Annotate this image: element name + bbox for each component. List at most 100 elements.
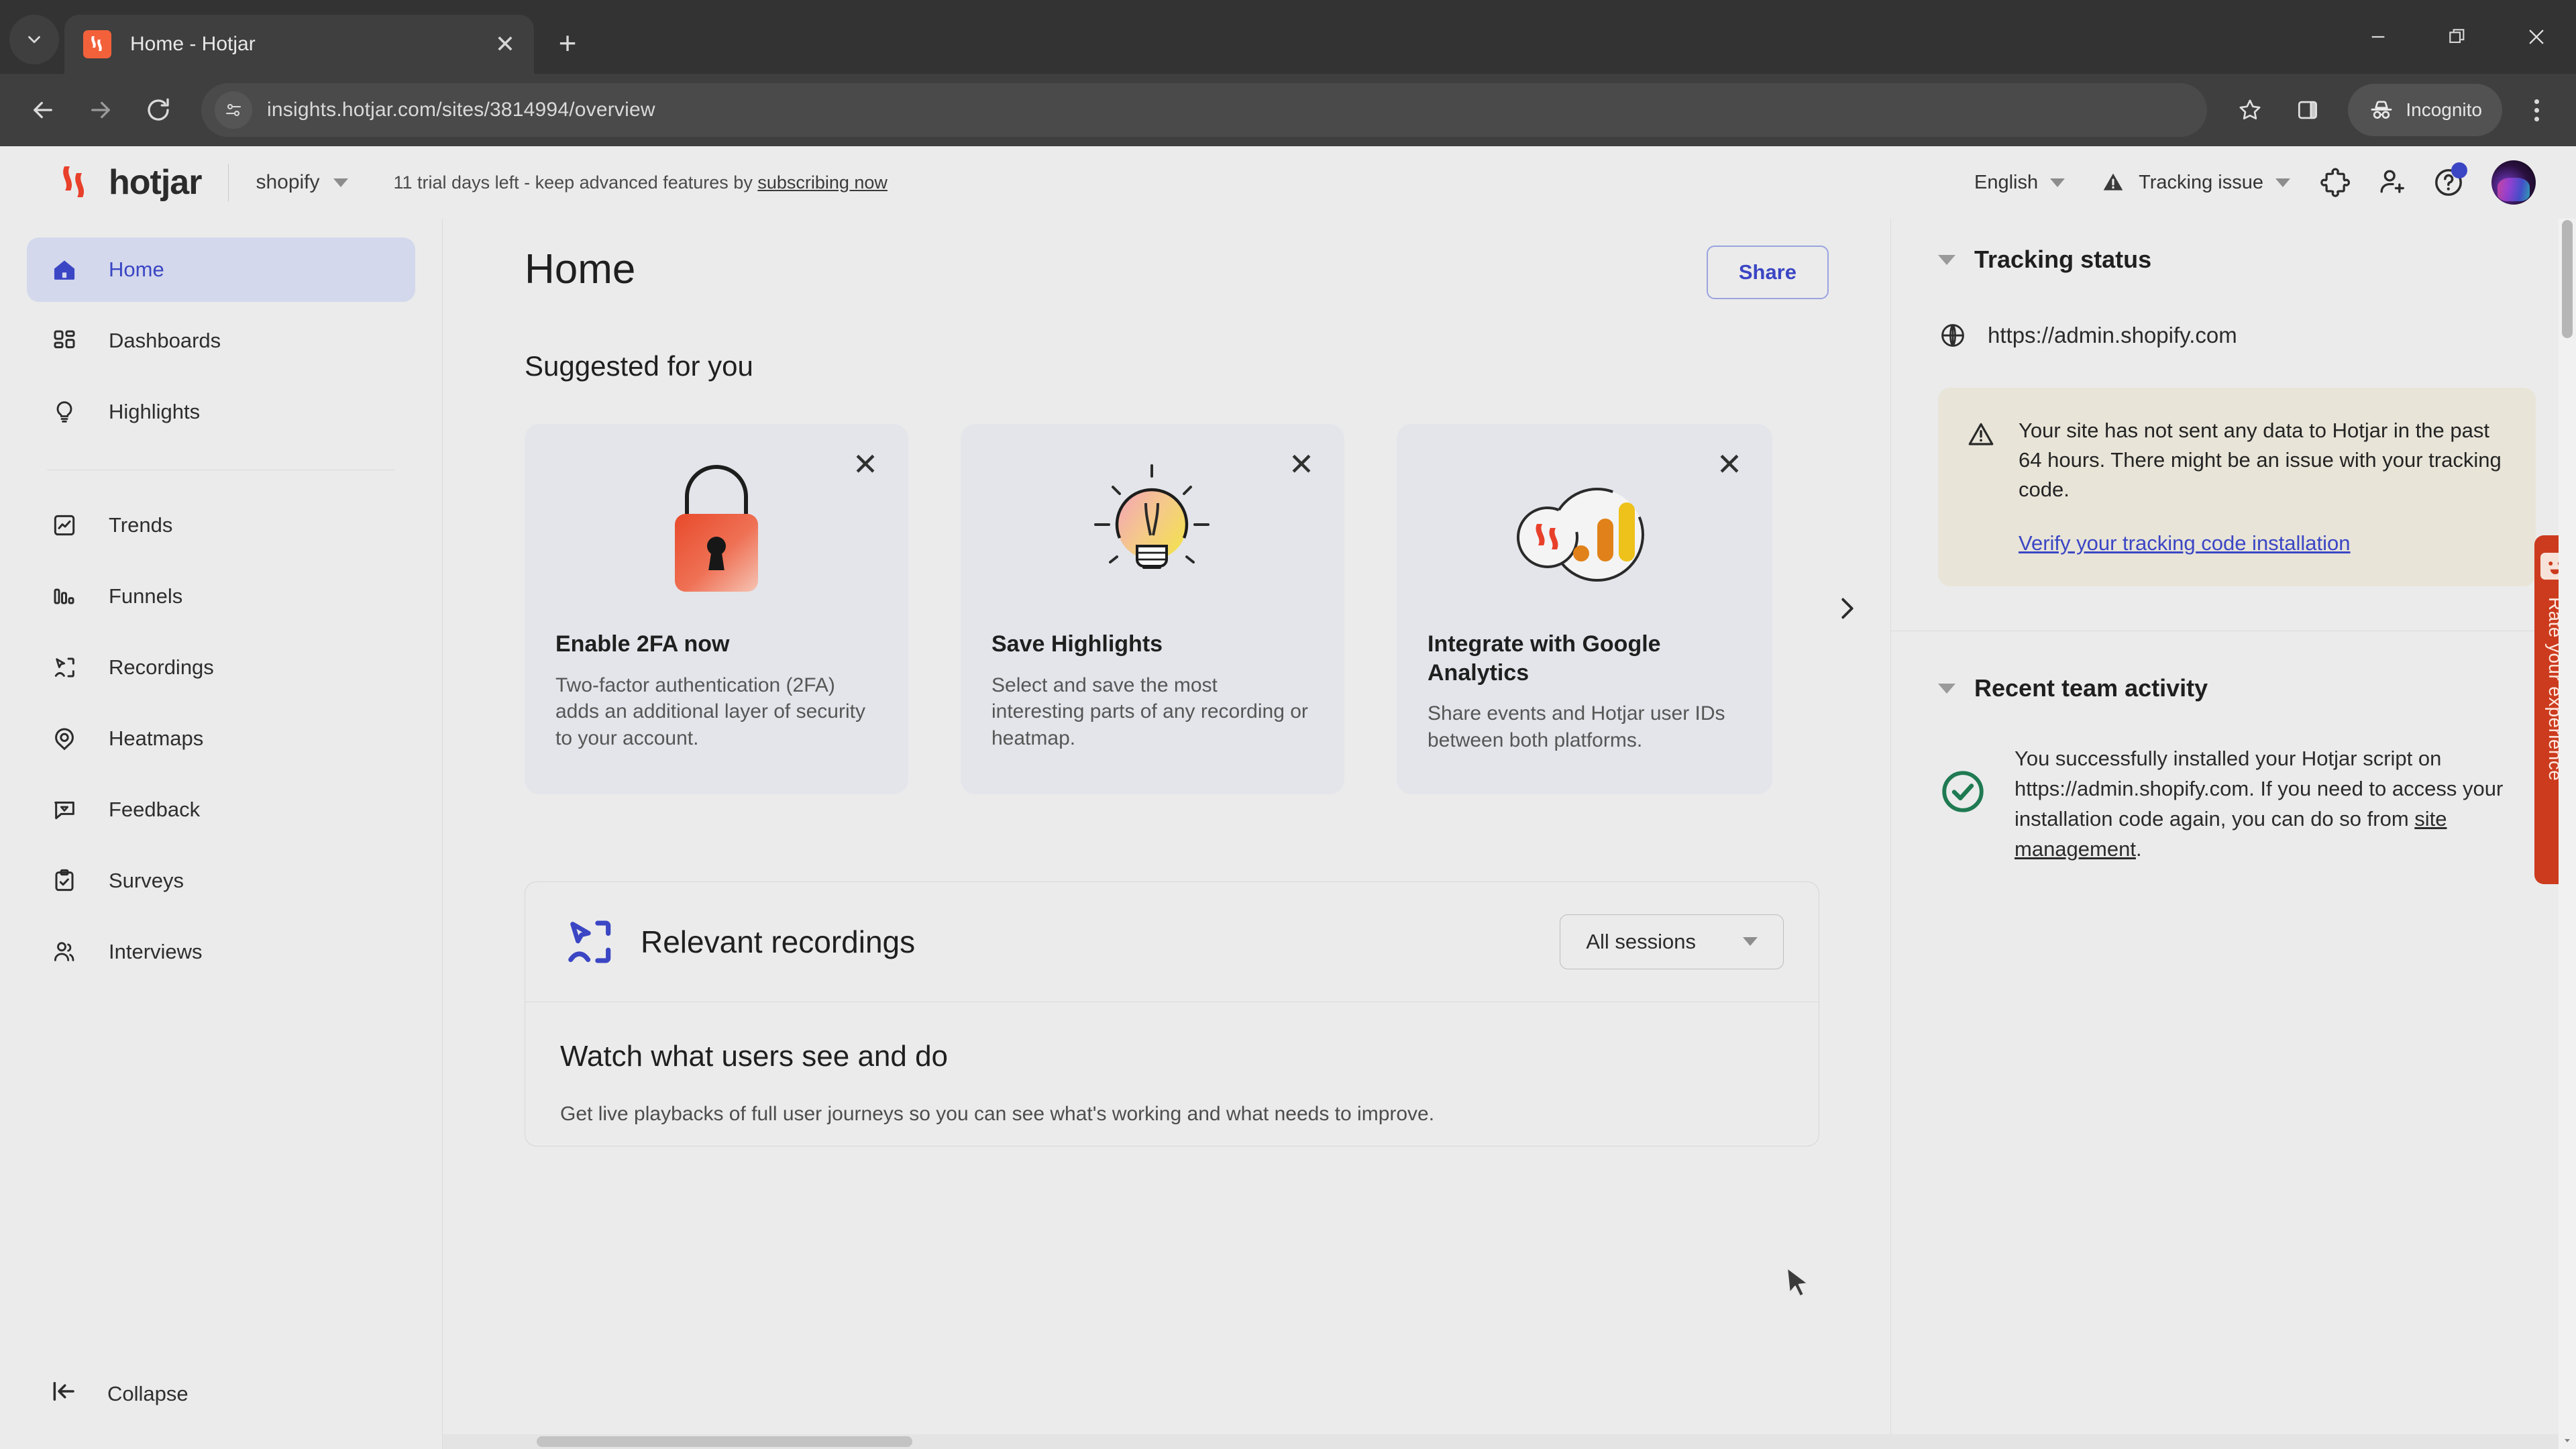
share-button[interactable]: Share (1706, 246, 1829, 299)
sidebar-item-feedback[interactable]: Feedback (27, 777, 415, 842)
page-horizontal-scrollbar[interactable] (443, 1434, 2576, 1449)
tracking-issue-selector[interactable]: Tracking issue (2082, 169, 2308, 196)
suggestion-card-desc: Select and save the most interesting par… (991, 674, 1308, 750)
chevron-down-icon (1938, 683, 1955, 694)
user-avatar[interactable] (2491, 160, 2536, 205)
activity-text-after: . (2135, 837, 2142, 861)
new-tab-button[interactable]: + (543, 19, 592, 67)
app-body: Home Dashboards Highlights Trends Funnel… (0, 219, 2576, 1449)
carousel-next-button[interactable] (1823, 585, 1870, 632)
lightbulb-icon (50, 397, 79, 427)
site-selector[interactable]: shopify (256, 171, 348, 194)
subscribe-link[interactable]: subscribing now (757, 172, 888, 193)
side-panel-icon (2298, 101, 2318, 119)
tab-close-button[interactable]: ✕ (495, 32, 515, 56)
feedback-bubble-icon (50, 795, 79, 824)
sessions-filter-select[interactable]: All sessions (1560, 914, 1784, 969)
recent-activity-header[interactable]: Recent team activity (1938, 674, 2536, 702)
hotjar-logo[interactable]: hotjar (56, 162, 202, 203)
empty-state-heading: Watch what users see and do (560, 1039, 949, 1073)
reload-button[interactable] (131, 83, 185, 137)
relevant-recordings-empty-state: Watch what users see and do Get live pla… (525, 1002, 1819, 1146)
three-dots-menu-icon (2534, 99, 2539, 104)
browser-chrome: Home - Hotjar ✕ + insights.hotjar.com/si… (0, 0, 2576, 146)
trial-banner-text: 11 trial days left - keep advanced featu… (393, 172, 758, 193)
window-controls (2339, 0, 2576, 74)
sidebar-collapse-button[interactable]: Collapse (27, 1362, 415, 1426)
suggestion-card[interactable]: ✕ (525, 424, 908, 794)
page-settings-icon[interactable] (215, 91, 252, 129)
recordings-cursor-icon (560, 913, 618, 971)
tracking-issue-label: Tracking issue (2139, 171, 2263, 193)
warning-triangle-icon (1968, 423, 1994, 445)
browser-menu-button[interactable] (2513, 83, 2560, 137)
close-icon[interactable]: ✕ (1712, 447, 1747, 482)
sidebar-item-interviews[interactable]: Interviews (27, 920, 415, 984)
tab-search-button[interactable] (9, 15, 59, 64)
scrollbar-thumb[interactable] (537, 1436, 912, 1447)
sidebar-item-label: Heatmaps (109, 727, 204, 750)
incognito-indicator[interactable]: Incognito (2348, 84, 2502, 136)
right-panel: Tracking status https://admin.shopify.co… (1890, 219, 2576, 1449)
address-bar[interactable]: insights.hotjar.com/sites/3814994/overvi… (201, 83, 2208, 137)
back-button[interactable] (16, 83, 70, 137)
language-label: English (1974, 171, 2039, 193)
collapse-left-icon (50, 1377, 78, 1411)
forward-button[interactable] (74, 83, 127, 137)
page-vertical-scrollbar[interactable] (2559, 219, 2576, 1449)
suggestion-card-desc: Two-factor authentication (2FA) adds an … (555, 674, 865, 750)
maximize-icon (2449, 29, 2465, 44)
reload-icon (148, 98, 169, 121)
check-circle-icon (1942, 771, 1984, 812)
page-title: Home (525, 246, 636, 292)
sidebar-item-dashboards[interactable]: Dashboards (27, 309, 415, 373)
language-selector[interactable]: English (1957, 172, 2082, 194)
suggestion-card[interactable]: ✕ (961, 424, 1344, 794)
incognito-icon (2371, 101, 2392, 119)
browser-tab[interactable]: Home - Hotjar ✕ (64, 15, 534, 74)
sidebar-item-trends[interactable]: Trends (27, 493, 415, 557)
chevron-down-icon (28, 36, 40, 44)
close-window-button[interactable] (2497, 0, 2576, 74)
maximize-button[interactable] (2418, 0, 2497, 74)
verify-tracking-link[interactable]: Verify your tracking code installation (2019, 531, 2505, 555)
invite-user-button[interactable] (2364, 154, 2420, 211)
chevron-down-icon (1743, 937, 1758, 947)
sidebar-item-highlights[interactable]: Highlights (27, 380, 415, 444)
sidebar-item-label: Feedback (109, 798, 201, 821)
scroll-down-arrow[interactable] (2559, 1432, 2576, 1449)
sidebar-item-label: Interviews (109, 940, 203, 963)
close-icon[interactable]: ✕ (1284, 447, 1319, 482)
side-panel-button[interactable] (2281, 83, 2334, 137)
integrations-button[interactable] (2308, 154, 2364, 211)
activity-text: You successfully installed your Hotjar s… (2015, 744, 2536, 865)
recordings-cursor-icon (50, 653, 79, 682)
sidebar-item-heatmaps[interactable]: Heatmaps (27, 706, 415, 771)
sessions-filter-value: All sessions (1586, 929, 1696, 953)
chevron-right-icon (1841, 598, 1854, 619)
sidebar-item-recordings[interactable]: Recordings (27, 635, 415, 700)
minimize-icon (2371, 36, 2385, 38)
chevron-down-icon (1938, 254, 1955, 265)
tracking-status-header[interactable]: Tracking status (1938, 246, 2536, 274)
tab-title: Home - Hotjar (130, 33, 256, 55)
tracking-site-url: https://admin.shopify.com (1938, 321, 2536, 350)
sidebar-item-label: Highlights (109, 400, 201, 423)
star-icon (2239, 99, 2261, 120)
sidebar-collapse-label: Collapse (107, 1382, 189, 1405)
relevant-recordings-panel: Relevant recordings All sessions Watch w… (525, 881, 1819, 1146)
close-icon (2529, 30, 2544, 44)
sidebar-item-surveys[interactable]: Surveys (27, 849, 415, 913)
sidebar-item-home[interactable]: Home (27, 237, 415, 302)
sidebar: Home Dashboards Highlights Trends Funnel… (0, 219, 443, 1449)
close-icon[interactable]: ✕ (848, 447, 883, 482)
relevant-recordings-title: Relevant recordings (641, 924, 916, 959)
page-header: Home Share (525, 246, 1829, 299)
sidebar-item-funnels[interactable]: Funnels (27, 564, 415, 629)
scrollbar-thumb[interactable] (2562, 220, 2573, 338)
bookmark-button[interactable] (2223, 83, 2277, 137)
help-button[interactable] (2420, 154, 2477, 211)
minimize-button[interactable] (2339, 0, 2418, 74)
suggestion-card[interactable]: ✕ Integrate with Google Analytics Share … (1397, 424, 1772, 794)
